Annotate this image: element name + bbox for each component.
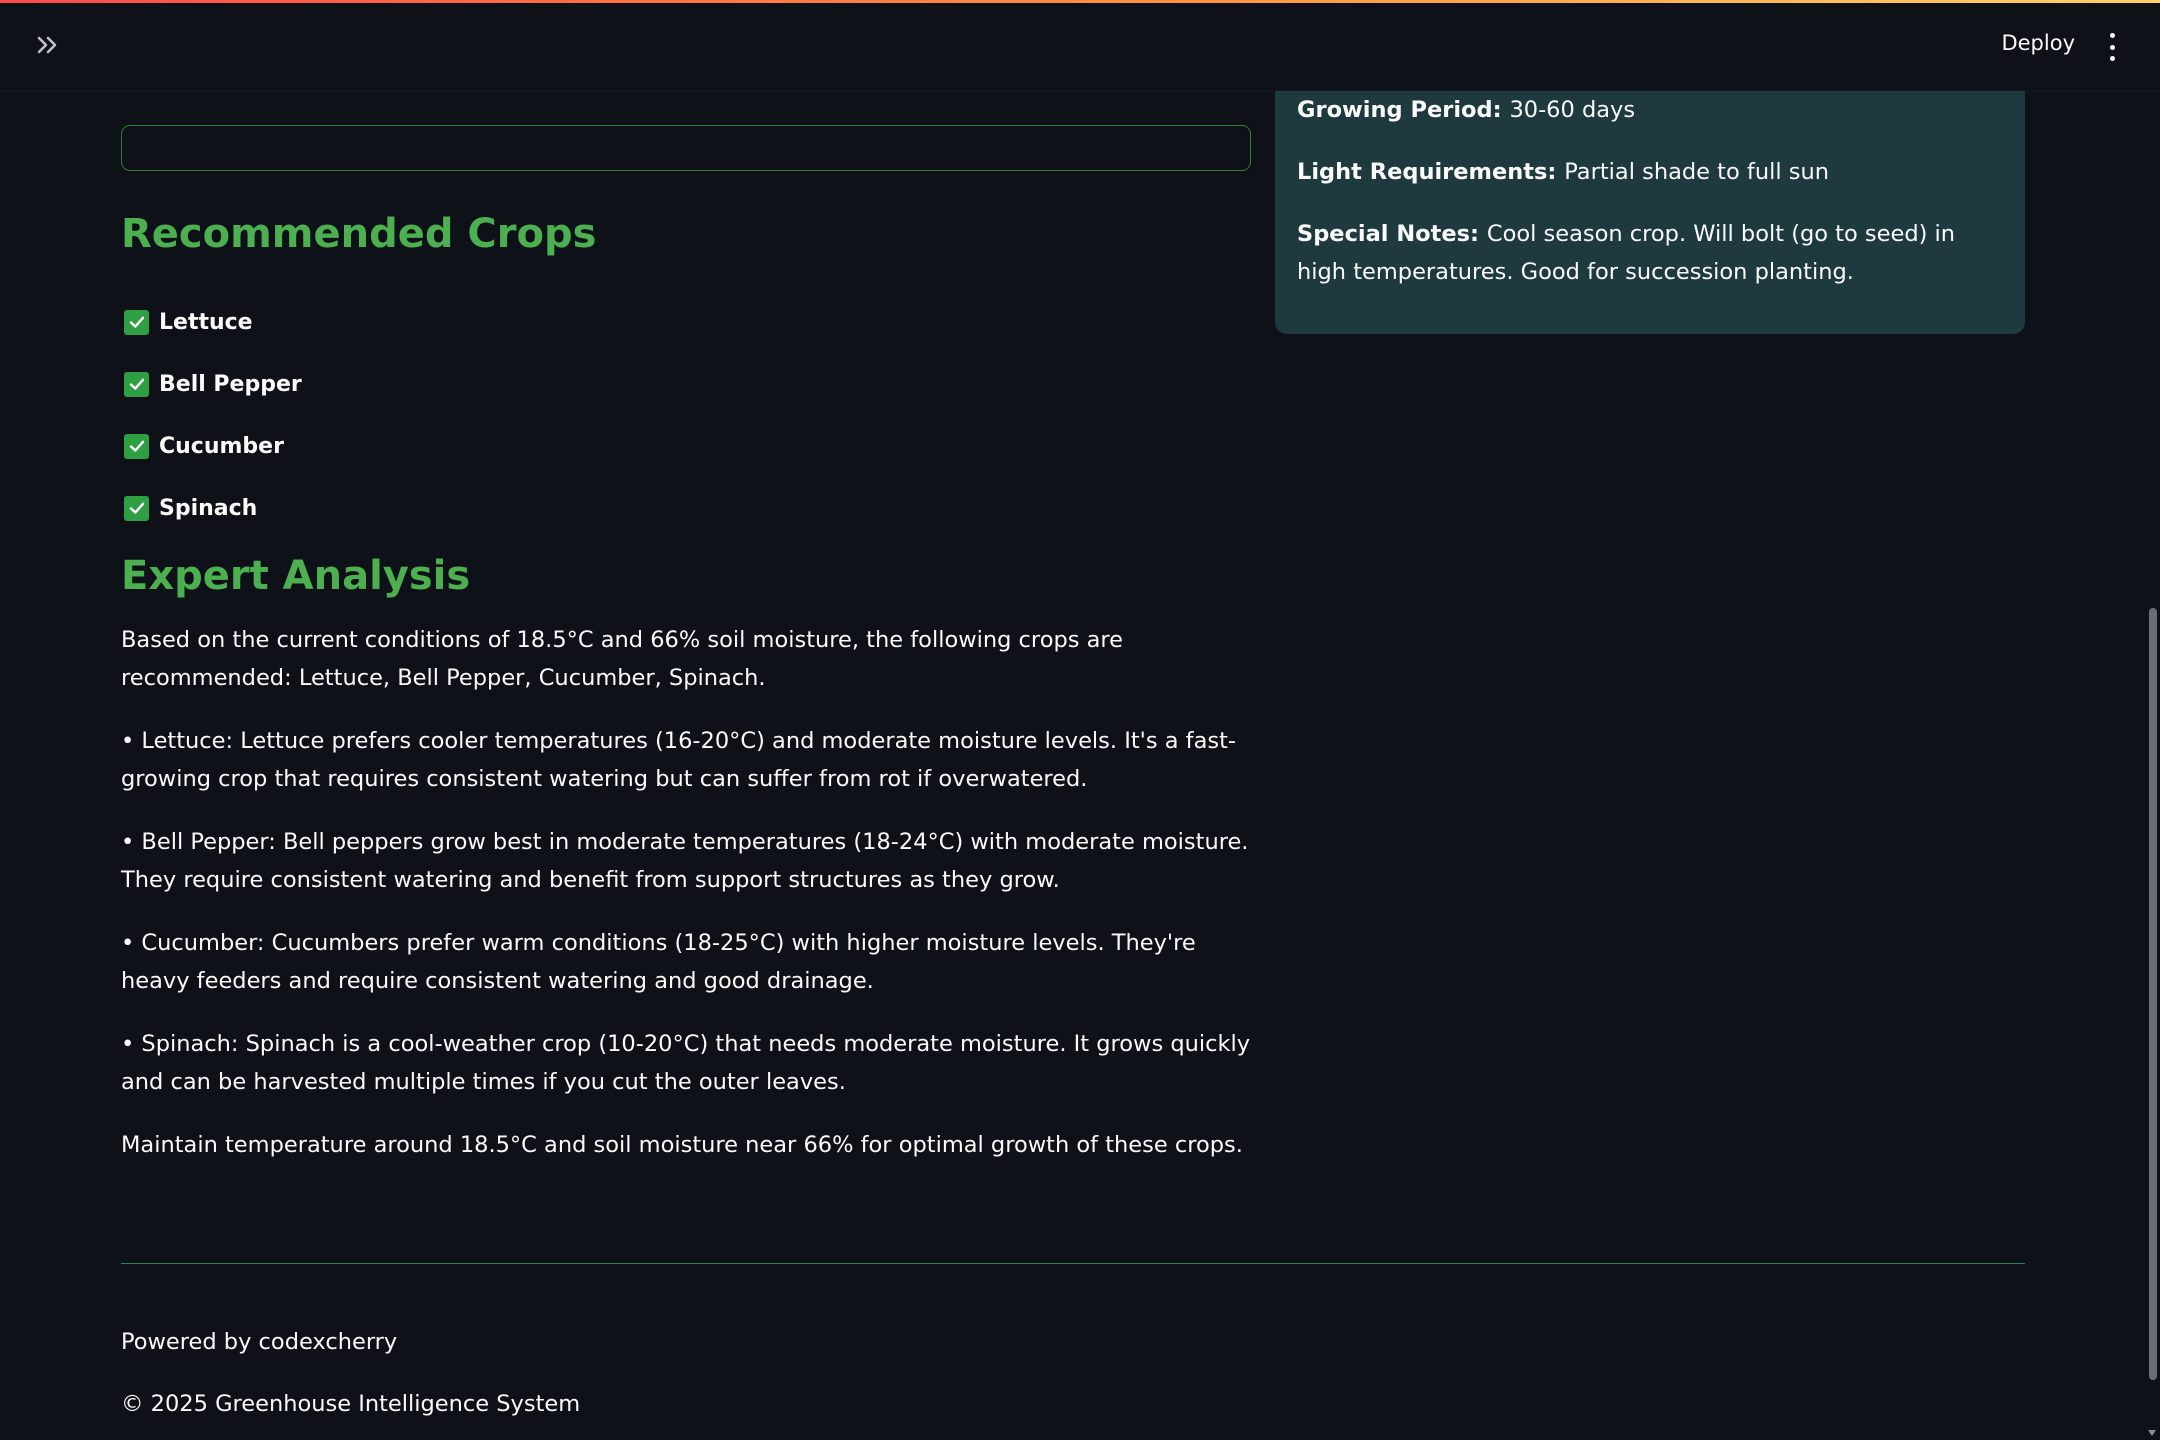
- crop-label: Cucumber: [159, 433, 284, 459]
- double-chevron-right-icon: [37, 36, 57, 54]
- analysis-paragraph: • Cucumber: Cucumbers prefer warm condit…: [121, 930, 1196, 994]
- recommended-crops-list: Lettuce Bell Pepper Cucumber Spinach: [124, 291, 302, 539]
- scrollbar-thumb[interactable]: [2149, 608, 2157, 1380]
- checkbox-checked-icon: [124, 371, 149, 397]
- crop-label: Spinach: [159, 495, 258, 521]
- growing-period-value: 30-60 days: [1509, 97, 1636, 123]
- main-menu-button[interactable]: [2104, 33, 2120, 61]
- crop-item-bell-pepper: Bell Pepper: [124, 353, 302, 415]
- expert-analysis-heading: Expert Analysis: [121, 553, 471, 599]
- footer-divider: [121, 1263, 2025, 1264]
- main-content: Growing Period: 30-60 days Light Require…: [0, 91, 2160, 1440]
- crop-label: Lettuce: [159, 309, 253, 335]
- expert-analysis-body: Based on the current conditions of 18.5°…: [121, 621, 1251, 1189]
- powered-by-text: Powered by codexcherry: [121, 1329, 398, 1355]
- light-requirements-row: Light Requirements: Partial shade to ful…: [1297, 153, 2003, 191]
- analysis-paragraph: • Lettuce: Lettuce prefers cooler temper…: [121, 728, 1237, 792]
- special-notes-row: Special Notes: Cool season crop. Will bo…: [1297, 215, 2003, 291]
- growing-period-label: Growing Period:: [1297, 97, 1510, 123]
- analysis-paragraph: • Spinach: Spinach is a cool-weather cro…: [121, 1031, 1251, 1095]
- scroll-down-arrow-icon[interactable]: [2148, 1430, 2156, 1436]
- copyright-text: © 2025 Greenhouse Intelligence System: [121, 1391, 581, 1417]
- checkbox-checked-icon: [124, 309, 149, 335]
- app-header: Deploy: [0, 3, 2160, 91]
- crop-item-lettuce: Lettuce: [124, 291, 302, 353]
- analysis-paragraph: Based on the current conditions of 18.5°…: [121, 627, 1123, 691]
- crop-item-spinach: Spinach: [124, 477, 302, 539]
- checkbox-checked-icon: [124, 495, 149, 521]
- deploy-button[interactable]: Deploy: [2001, 31, 2075, 55]
- special-notes-label: Special Notes:: [1297, 221, 1487, 247]
- light-requirements-label: Light Requirements:: [1297, 159, 1565, 185]
- crop-item-cucumber: Cucumber: [124, 415, 302, 477]
- checkbox-checked-icon: [124, 433, 149, 459]
- recommended-crops-heading: Recommended Crops: [121, 211, 597, 257]
- analysis-paragraph: • Bell Pepper: Bell peppers grow best in…: [121, 829, 1249, 893]
- vertical-dots-icon: [2109, 33, 2115, 38]
- growing-period-row: Growing Period: 30-60 days: [1297, 91, 2003, 129]
- page-scrollbar[interactable]: [2146, 91, 2160, 1440]
- analysis-paragraph: Maintain temperature around 18.5°C and s…: [121, 1132, 1243, 1158]
- crop-info-card: Growing Period: 30-60 days Light Require…: [1275, 91, 2025, 334]
- text-input-field[interactable]: [121, 125, 1251, 171]
- crop-label: Bell Pepper: [159, 371, 302, 397]
- light-requirements-value: Partial shade to full sun: [1564, 159, 1829, 185]
- expand-sidebar-button[interactable]: [32, 29, 64, 61]
